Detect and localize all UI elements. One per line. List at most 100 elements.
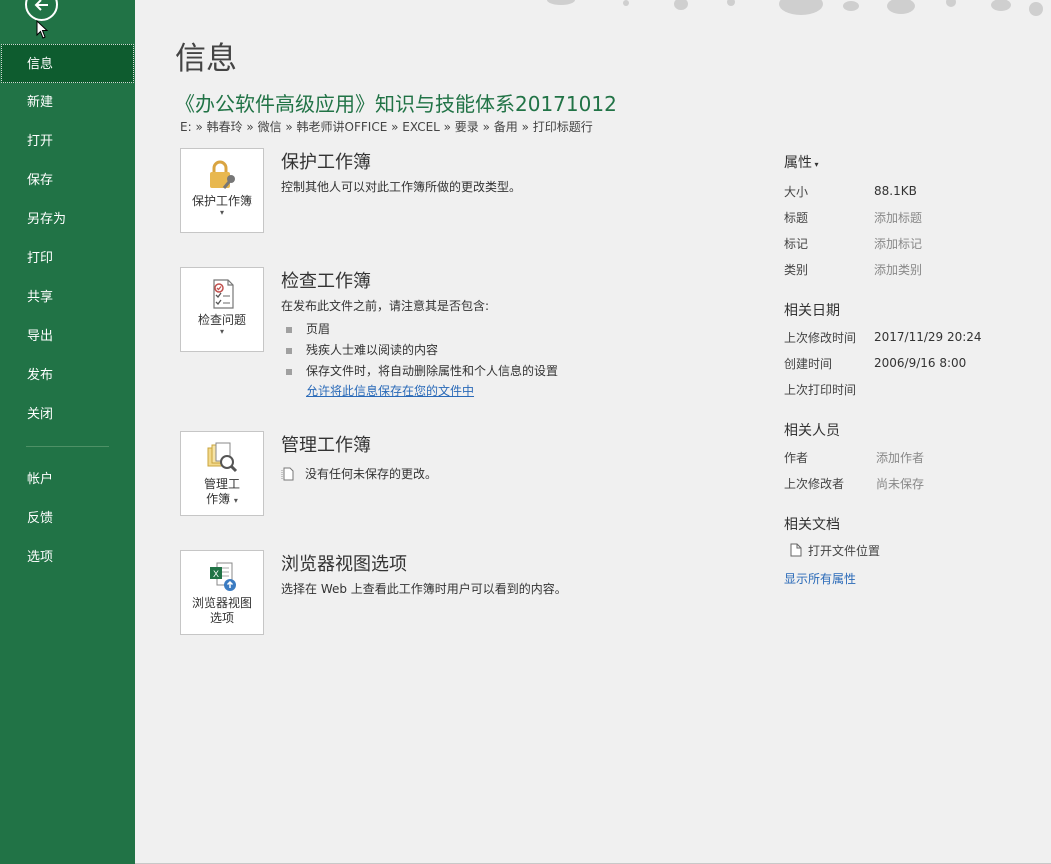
sidebar-divider [26, 446, 109, 447]
document-icon [790, 543, 802, 557]
properties-panel: 属性 ▾ 大小 88.1KB 标题 添加标题 标记 添加标记 类别 添加类别 相关日期 … [784, 152, 1024, 587]
browser-view-text: 浏览器视图选项 选择在 Web 上查看此工作簿时用户可以看到的内容。 [281, 550, 761, 597]
protect-workbook-desc: 控制其他人可以对此工作簿所做的更改类型。 [281, 180, 522, 194]
unsaved-status: 没有任何未保存的更改。 [281, 465, 761, 482]
sidebar-item-print[interactable]: 打印 [0, 239, 135, 278]
open-file-location-label: 打开文件位置 [808, 543, 881, 558]
add-author-field[interactable]: 添加作者 [876, 449, 924, 466]
date-row-printed: 上次打印时间 [784, 376, 1024, 402]
file-path-breadcrumb[interactable]: E: » 韩春玲 » 微信 » 韩老师讲OFFICE » EXCEL » 要录 … [180, 118, 593, 135]
browser-view-section: X 浏览器视图 选项 浏览器视图选项 选择在 Web 上查看此工作簿时用户可以看… [180, 550, 780, 640]
list-item: 残疾人士难以阅读的内容 [281, 340, 761, 361]
list-item: 保存文件时，将自动删除属性和个人信息的设置 [281, 361, 761, 382]
manage-workbook-button[interactable]: 管理工 作簿 ▾ [180, 431, 264, 516]
document-check-icon [213, 279, 234, 309]
backstage-sidebar: 信息 新建 打开 保存 另存为 打印 共享 导出 发布 关闭 帐户 反馈 选项 [0, 0, 135, 864]
properties-header-text: 属性 [784, 155, 812, 171]
back-area [0, 0, 135, 39]
manage-workbook-title: 管理工作簿 [281, 435, 371, 456]
manage-workbook-text: 管理工作簿 没有任何未保存的更改。 [281, 431, 761, 482]
inspect-bullets: 页眉 残疾人士难以阅读的内容 保存文件时，将自动删除属性和个人信息的设置 [281, 319, 761, 382]
allow-save-info-link[interactable]: 允许将此信息保存在您的文件中 [281, 382, 761, 399]
inspect-workbook-section: 检查问题 ▾ 检查工作簿 在发布此文件之前，请注意其是否包含: 页眉 残疾人士难… [180, 267, 780, 407]
manage-workbook-tile-label-2: 作簿 ▾ [206, 492, 238, 507]
property-row-category: 类别 添加类别 [784, 256, 1024, 282]
properties-dropdown[interactable]: 属性 ▾ [784, 152, 1024, 172]
manage-versions-icon [207, 442, 238, 473]
property-value: 尚未保存 [876, 476, 925, 491]
inspect-workbook-title: 检查工作簿 [281, 271, 371, 292]
excel-web-icon: X [210, 562, 236, 591]
property-key: 创建时间 [784, 356, 833, 371]
property-key: 标记 [784, 236, 809, 251]
browser-view-tile-label-2: 选项 [209, 611, 234, 625]
sidebar-item-info[interactable]: 信息 [1, 44, 134, 83]
info-pane: 信息 《办公软件高级应用》知识与技能体系20171012 E: » 韩春玲 » … [135, 0, 1051, 864]
back-button[interactable] [25, 0, 58, 21]
check-issues-tile-label: 检查问题 [197, 313, 246, 327]
document-icon [281, 467, 294, 480]
manage-workbook-tile-label-2-text: 作簿 [206, 492, 231, 506]
property-value: 88.1KB [874, 184, 917, 198]
sidebar-item-export[interactable]: 导出 [0, 317, 135, 356]
property-key: 类别 [784, 262, 809, 277]
sidebar-item-save[interactable]: 保存 [0, 161, 135, 200]
protect-workbook-tile-label: 保护工作簿 [191, 194, 252, 208]
related-people-header: 相关人员 [784, 423, 840, 439]
people-row-author: 作者 添加作者 [784, 444, 1024, 470]
sidebar-item-save-as[interactable]: 另存为 [0, 200, 135, 239]
sidebar-item-feedback[interactable]: 反馈 [0, 499, 135, 538]
check-issues-button[interactable]: 检查问题 ▾ [180, 267, 264, 352]
sidebar-item-share[interactable]: 共享 [0, 278, 135, 317]
open-file-location-button[interactable]: 打开文件位置 [784, 540, 1024, 560]
related-documents-header: 相关文档 [784, 517, 840, 533]
back-arrow-icon [34, 0, 48, 11]
chevron-down-icon: ▾ [219, 327, 224, 336]
sidebar-item-close[interactable]: 关闭 [0, 395, 135, 434]
property-key: 大小 [784, 184, 809, 199]
add-tags-field[interactable]: 添加标记 [874, 235, 922, 252]
browser-view-desc: 选择在 Web 上查看此工作簿时用户可以看到的内容。 [281, 582, 567, 596]
browser-view-options-button[interactable]: X 浏览器视图 选项 [180, 550, 264, 635]
property-value: 2017/11/29 20:24 [874, 330, 982, 344]
browser-view-tile-label-1: 浏览器视图 [191, 596, 252, 610]
property-key: 上次修改时间 [784, 330, 857, 345]
date-row-created: 创建时间 2006/9/16 8:00 [784, 350, 1024, 376]
protect-workbook-section: 保护工作簿 ▾ 保护工作簿 控制其他人可以对此工作簿所做的更改类型。 [180, 148, 780, 238]
inspect-workbook-desc: 在发布此文件之前，请注意其是否包含: [281, 299, 490, 313]
property-key: 标题 [784, 210, 809, 225]
property-row-tags: 标记 添加标记 [784, 230, 1024, 256]
add-category-field[interactable]: 添加类别 [874, 261, 922, 278]
property-key: 作者 [784, 450, 809, 465]
related-dates-header: 相关日期 [784, 303, 840, 319]
sidebar-nav: 信息 新建 打开 保存 另存为 打印 共享 导出 发布 关闭 帐户 反馈 选项 [0, 44, 135, 577]
property-key: 上次打印时间 [784, 382, 857, 397]
protect-workbook-title: 保护工作簿 [281, 152, 371, 173]
sidebar-item-options[interactable]: 选项 [0, 538, 135, 577]
property-row-title: 标题 添加标题 [784, 204, 1024, 230]
list-item: 页眉 [281, 319, 761, 340]
protect-workbook-text: 保护工作簿 控制其他人可以对此工作簿所做的更改类型。 [281, 148, 761, 195]
property-value: 2006/9/16 8:00 [874, 356, 967, 370]
chevron-down-icon: ▾ [219, 208, 224, 217]
sidebar-item-publish[interactable]: 发布 [0, 356, 135, 395]
chevron-down-icon: ▾ [812, 160, 819, 169]
property-key: 上次修改者 [784, 476, 845, 491]
unsaved-status-text: 没有任何未保存的更改。 [305, 467, 438, 481]
sidebar-item-account[interactable]: 帐户 [0, 460, 135, 499]
sidebar-item-new[interactable]: 新建 [0, 83, 135, 122]
manage-workbook-section: 管理工 作簿 ▾ 管理工作簿 没有任何未保存的更改。 [180, 431, 780, 521]
lock-key-icon [210, 160, 235, 189]
chevron-down-icon: ▾ [233, 496, 238, 505]
mouse-cursor-icon [36, 20, 49, 39]
manage-workbook-tile-label-1: 管理工 [203, 477, 240, 491]
browser-view-title: 浏览器视图选项 [281, 554, 407, 575]
add-title-field[interactable]: 添加标题 [874, 209, 922, 226]
show-all-properties-link[interactable]: 显示所有属性 [784, 570, 1024, 587]
sidebar-item-open[interactable]: 打开 [0, 122, 135, 161]
date-row-modified: 上次修改时间 2017/11/29 20:24 [784, 324, 1024, 350]
document-title: 《办公软件高级应用》知识与技能体系20171012 [175, 92, 617, 116]
protect-workbook-button[interactable]: 保护工作簿 ▾ [180, 148, 264, 233]
people-row-last-modified-by: 上次修改者 尚未保存 [784, 470, 1024, 496]
svg-text:X: X [213, 569, 219, 579]
